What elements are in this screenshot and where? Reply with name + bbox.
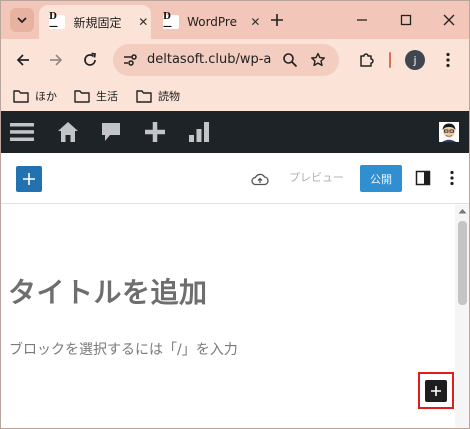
address-bar[interactable]: deltasoft.club/wp-a... xyxy=(113,44,339,76)
editor-header: プレビュー 公開 xyxy=(1,153,469,204)
menu-icon[interactable] xyxy=(9,120,35,144)
plus-icon xyxy=(431,385,441,396)
new-tab-button[interactable] xyxy=(267,10,287,30)
tab-search-button[interactable] xyxy=(10,8,34,32)
site-favicon-icon: D— xyxy=(163,12,180,32)
bookmark-folder[interactable]: ほか xyxy=(13,87,57,105)
close-icon[interactable]: ✕ xyxy=(136,14,151,30)
folder-icon xyxy=(74,90,90,103)
kebab-menu-icon xyxy=(450,170,454,186)
user-avatar[interactable] xyxy=(439,122,459,142)
folder-icon xyxy=(13,90,29,103)
kebab-menu-icon xyxy=(446,52,450,68)
stats-icon[interactable] xyxy=(186,120,212,144)
tab-wordpress[interactable]: D— WordPre ✕ xyxy=(153,5,263,39)
zoom-icon[interactable] xyxy=(281,51,299,69)
site-favicon-icon: D— xyxy=(49,12,66,32)
bookmark-folder[interactable]: 生活 xyxy=(74,87,118,105)
minimize-button[interactable] xyxy=(352,10,372,30)
comments-icon[interactable] xyxy=(98,120,124,144)
reload-button[interactable] xyxy=(78,48,102,72)
bookmark-label: 生活 xyxy=(96,90,118,103)
maximize-button[interactable] xyxy=(396,10,416,30)
plus-icon xyxy=(23,173,35,185)
browser-window: D— 新規固定 ✕ D— WordPre ✕ deltasoft.club/wp… xyxy=(0,0,470,429)
folder-icon xyxy=(136,90,152,103)
chevron-down-icon xyxy=(17,17,27,24)
reload-icon xyxy=(84,52,96,66)
extensions-button[interactable] xyxy=(356,50,376,70)
preview-button[interactable]: プレビュー xyxy=(289,169,344,185)
url-text: deltasoft.club/wp-a... xyxy=(147,52,271,67)
back-button[interactable] xyxy=(11,48,35,72)
cloud-save-icon[interactable] xyxy=(250,169,270,189)
toolbar-separator xyxy=(389,52,391,68)
sidebar-icon xyxy=(415,170,431,186)
browser-menu-button[interactable] xyxy=(438,50,458,70)
arrow-right-icon xyxy=(50,54,63,66)
maximize-icon xyxy=(400,14,412,26)
scroll-up-arrow-icon[interactable] xyxy=(458,207,467,215)
scrollbar[interactable] xyxy=(455,205,469,428)
plus-icon[interactable] xyxy=(142,120,168,144)
site-settings-icon[interactable] xyxy=(121,51,139,69)
bookmark-label: ほか xyxy=(35,90,57,103)
editor-canvas: タイトルを追加 ブロックを選択するには「/」を入力 xyxy=(1,205,455,428)
minimize-icon xyxy=(357,19,367,21)
scrollbar-thumb[interactable] xyxy=(458,221,467,305)
bookmarks-bar: ほか 生活 読物 xyxy=(1,81,469,111)
close-icon[interactable]: ✕ xyxy=(248,14,263,30)
profile-avatar[interactable]: j xyxy=(405,50,425,70)
editor-options-button[interactable] xyxy=(445,169,459,187)
post-title-input[interactable]: タイトルを追加 xyxy=(8,271,208,311)
tab-title: 新規固定 xyxy=(73,15,122,30)
add-block-button[interactable] xyxy=(425,379,447,402)
bookmark-label: 読物 xyxy=(158,90,180,103)
settings-panel-toggle[interactable] xyxy=(414,169,432,187)
bookmark-star-icon[interactable] xyxy=(309,51,327,69)
plus-icon xyxy=(271,14,283,26)
puzzle-icon xyxy=(360,53,374,67)
publish-button[interactable]: 公開 xyxy=(360,165,402,192)
tab-title: WordPre xyxy=(187,15,237,29)
close-icon xyxy=(443,14,455,26)
highlighted-block-inserter xyxy=(418,372,454,409)
browser-toolbar: deltasoft.club/wp-a... j xyxy=(1,39,469,81)
arrow-left-icon xyxy=(16,54,29,66)
wp-admin-bar xyxy=(1,111,469,153)
block-inserter-toggle[interactable] xyxy=(16,166,42,192)
tab-strip: D— 新規固定 ✕ D— WordPre ✕ xyxy=(1,1,469,39)
window-close-button[interactable] xyxy=(439,10,459,30)
tab-new-page[interactable]: D— 新規固定 ✕ xyxy=(39,5,151,39)
bookmark-folder[interactable]: 読物 xyxy=(136,87,180,105)
forward-button[interactable] xyxy=(44,48,68,72)
default-block-appender[interactable]: ブロックを選択するには「/」を入力 xyxy=(9,339,238,359)
home-icon[interactable] xyxy=(55,120,81,144)
